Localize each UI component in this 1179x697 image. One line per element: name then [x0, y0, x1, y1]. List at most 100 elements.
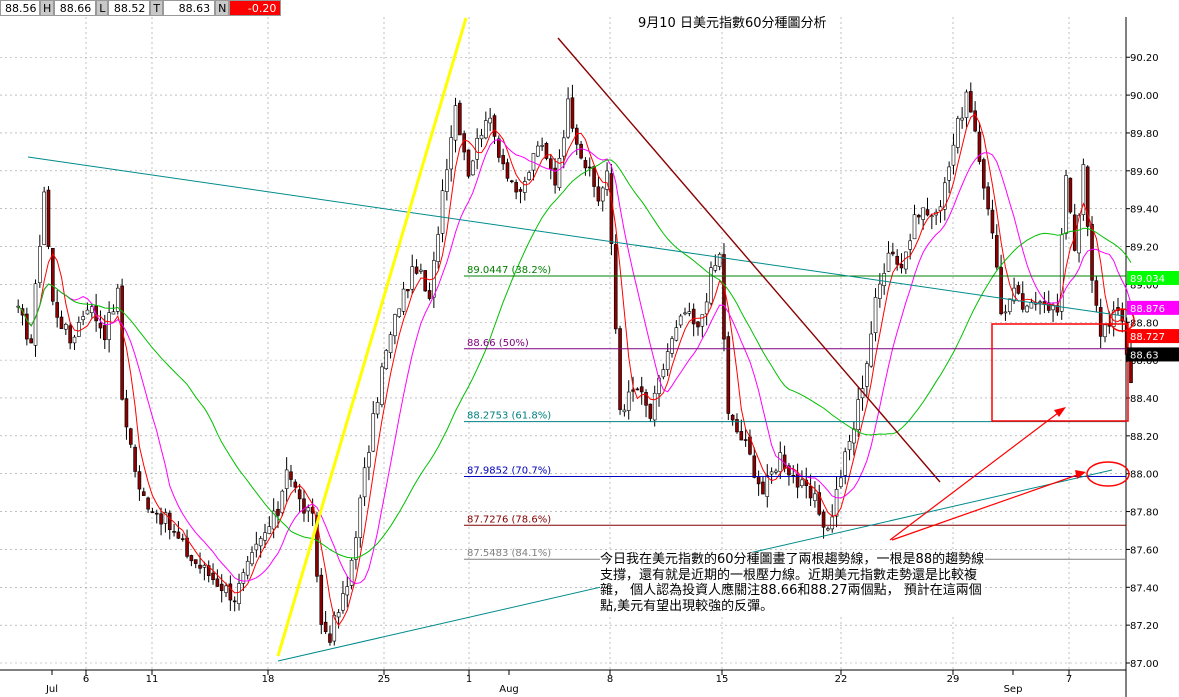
candle-body: [124, 398, 129, 428]
candle-body: [964, 91, 969, 118]
candle-body: [968, 91, 973, 113]
candle: [46, 186, 51, 250]
candle: [726, 331, 731, 421]
candle-body: [427, 290, 432, 299]
candle-body: [436, 234, 441, 262]
candle-body: [726, 336, 731, 414]
candle-body: [977, 131, 982, 162]
candle-body: [440, 190, 445, 234]
candle-body: [852, 428, 856, 444]
candle-body: [917, 214, 921, 218]
candle-body: [834, 489, 839, 517]
candle: [1085, 165, 1090, 237]
candle-body: [46, 189, 51, 247]
ohlc-low: 88.66 L: [54, 0, 109, 16]
candle-body: [925, 209, 930, 216]
candle-body: [566, 98, 570, 138]
candle-body: [128, 428, 133, 445]
candle-body: [955, 118, 960, 148]
candle-body: [172, 531, 176, 533]
candle-body: [146, 497, 150, 510]
candle-body: [250, 552, 254, 565]
y-tick-label: 87.20: [1130, 621, 1159, 632]
candle-body: [375, 402, 380, 415]
candle-body: [475, 138, 479, 160]
candle-body: [189, 555, 194, 562]
candle: [115, 283, 120, 315]
candle: [709, 261, 713, 306]
candle-body: [1064, 175, 1068, 234]
candle-body: [267, 526, 272, 534]
candle-body: [397, 308, 402, 317]
y-tick-label: 87.80: [1130, 508, 1159, 519]
candle-body: [782, 454, 787, 469]
y-tick-label: 90.00: [1130, 91, 1159, 102]
candle: [380, 362, 384, 408]
x-tick-label: Sep: [1004, 684, 1023, 695]
candle-body: [765, 475, 770, 497]
candle-body: [219, 583, 224, 592]
candle-body: [102, 325, 107, 341]
fibonacci-level-label: 87.9852 (70.7%): [467, 466, 551, 477]
candle-body: [947, 166, 951, 181]
candle-body: [696, 321, 700, 328]
candle-body: [886, 252, 891, 272]
candle-body: [297, 489, 302, 500]
candle-body: [869, 333, 874, 367]
candle-body: [856, 399, 861, 431]
candle-body: [42, 191, 46, 245]
candle-body: [778, 452, 783, 472]
candle-body: [289, 471, 293, 480]
chart-stage: { "ohlc_bar": [ {"value": "88.56", "tag"…: [0, 0, 1179, 697]
y-tick-label: 88.00: [1130, 470, 1159, 481]
y-tick-label: 89.40: [1130, 205, 1159, 216]
candle-body: [302, 498, 306, 514]
fibonacci-level-label: 88.2753 (61.8%): [467, 411, 551, 422]
candle-body: [328, 633, 332, 643]
candle-body: [341, 593, 345, 611]
candle-body: [423, 270, 428, 292]
candle: [349, 558, 354, 590]
candle: [423, 270, 428, 292]
candle-body: [497, 138, 501, 158]
candle-body: [133, 446, 137, 472]
candle-body: [276, 508, 280, 516]
candle: [1025, 304, 1029, 313]
candle-body: [691, 308, 696, 325]
y-tick-label: 88.20: [1130, 432, 1159, 443]
x-tick-label: 11: [146, 674, 159, 685]
candle-body: [635, 388, 640, 391]
candle-body: [167, 512, 172, 530]
candle-body: [1103, 324, 1107, 338]
candle-body: [587, 166, 592, 169]
candle-body: [904, 251, 908, 270]
candle-body: [401, 288, 406, 312]
candle-body: [29, 338, 33, 344]
candle-body: [384, 350, 389, 369]
candle-body: [960, 117, 964, 121]
candle-body: [466, 149, 471, 177]
x-tick-label: 25: [378, 674, 391, 685]
candle-body: [613, 244, 618, 330]
ohlc-net: 88.63 N: [163, 0, 230, 16]
candle-body: [986, 186, 990, 210]
candle-body: [561, 137, 566, 157]
candle-body: [306, 507, 311, 512]
candle: [466, 149, 471, 179]
candle-body: [510, 180, 514, 183]
candle-body: [704, 301, 709, 315]
candle-body: [665, 351, 670, 370]
candle-body: [800, 479, 804, 487]
candle-body: [484, 120, 488, 139]
candle: [1059, 227, 1064, 320]
candle-body: [202, 565, 207, 568]
candle-body: [1068, 177, 1073, 213]
candle-body: [999, 267, 1003, 315]
candle: [1068, 177, 1073, 214]
candle-body: [743, 439, 748, 441]
candle-body: [81, 316, 85, 321]
x-tick-label: 18: [262, 674, 275, 685]
candle-body: [761, 481, 765, 495]
candle-body: [994, 235, 999, 268]
price-flag-label: 88.727: [1130, 332, 1165, 343]
